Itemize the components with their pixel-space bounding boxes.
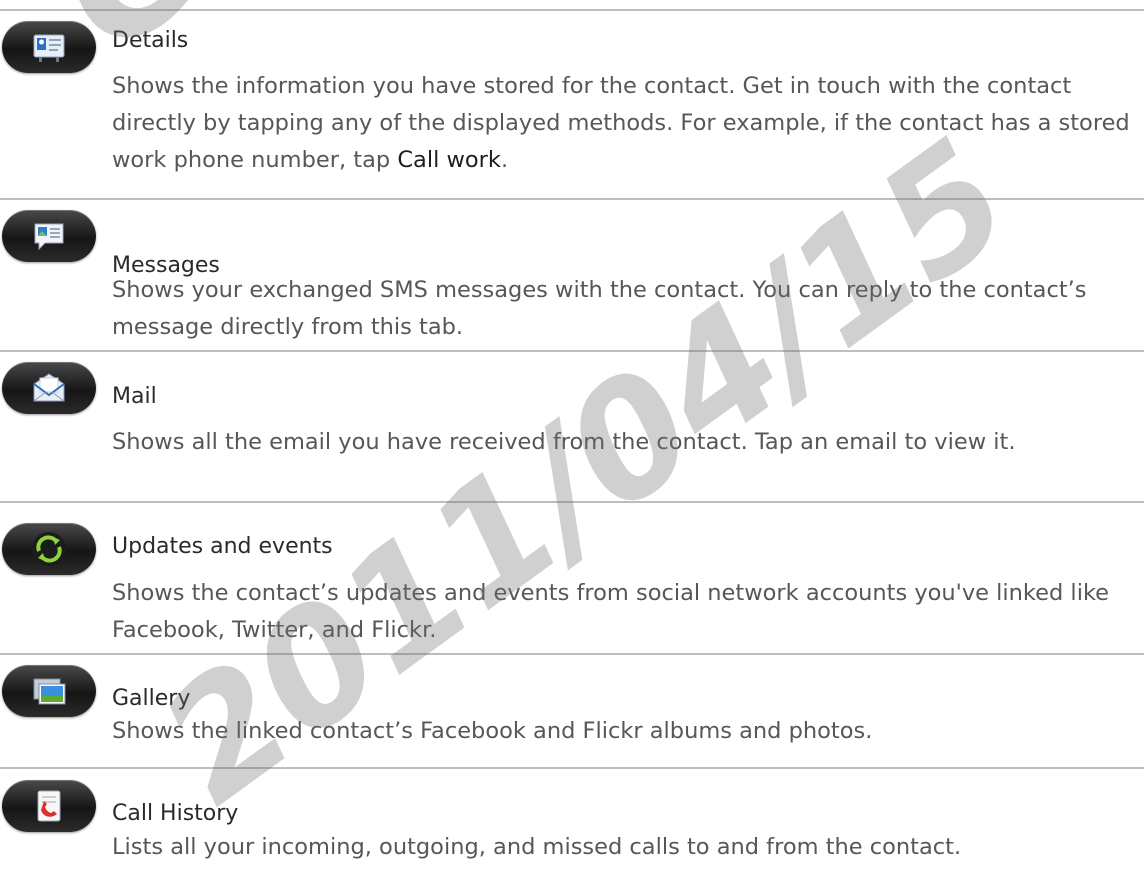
- section-divider: [0, 767, 1144, 769]
- mail-icon: [33, 373, 65, 402]
- item-title: Call History: [112, 801, 239, 826]
- updates-events-icon: [32, 532, 66, 566]
- item-title: Details: [112, 28, 189, 53]
- call-work-label: Call work: [397, 147, 501, 173]
- details-icon: [33, 34, 65, 62]
- call-history-icon: [37, 790, 61, 822]
- section-divider: [0, 9, 1144, 11]
- section-divider: [0, 653, 1144, 655]
- item-title: Updates and events: [112, 534, 333, 559]
- mail-tab-button[interactable]: [2, 362, 96, 414]
- item-description: Shows the linked contact’s Facebook and …: [112, 718, 873, 744]
- section-divider: [0, 350, 1144, 352]
- item-description: Shows all the email you have received fr…: [112, 429, 1016, 455]
- details-tab-button[interactable]: [2, 21, 96, 73]
- messages-tab-button[interactable]: [2, 210, 96, 262]
- item-description: Lists all your incoming, outgoing, and m…: [112, 834, 962, 860]
- call-history-tab-button[interactable]: [2, 780, 96, 832]
- item-description: Shows the contact’s updates and events f…: [112, 580, 1110, 643]
- section-divider: [0, 198, 1144, 200]
- messages-icon: [34, 223, 64, 251]
- item-description: Shows the information you have stored fo…: [112, 73, 1130, 173]
- gallery-tab-button[interactable]: [2, 665, 96, 717]
- item-title: Gallery: [112, 686, 191, 711]
- item-description: Shows your exchanged SMS messages with t…: [112, 277, 1087, 340]
- item-title: Mail: [112, 384, 157, 409]
- section-divider: [0, 501, 1144, 503]
- gallery-icon: [33, 678, 66, 705]
- updates-events-tab-button[interactable]: [2, 523, 96, 575]
